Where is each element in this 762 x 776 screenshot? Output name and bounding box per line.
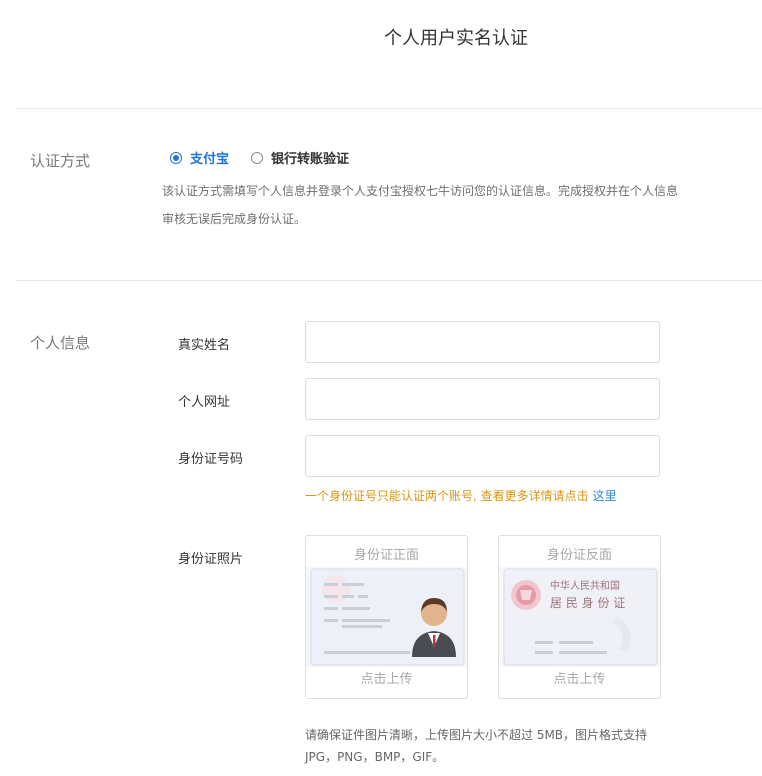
- details-link[interactable]: 这里: [593, 489, 617, 503]
- id-card-front-sample-image: [306, 567, 467, 667]
- bank-transfer-radio-label[interactable]: 银行转账验证: [271, 148, 349, 167]
- alipay-radio-option[interactable]: 支付宝: [170, 148, 229, 167]
- radio-selected-icon[interactable]: [170, 151, 182, 164]
- section-divider: [16, 108, 762, 109]
- id-number-label: 身份证号码: [178, 452, 244, 467]
- personal-website-input[interactable]: [305, 378, 660, 420]
- real-name-input[interactable]: [305, 321, 660, 363]
- id-front-upload-title: 身份证正面: [353, 548, 419, 563]
- id-back-upload-box[interactable]: 身份证反面 中华人民共和国 居 民 身 份 证 点击上传: [498, 535, 661, 699]
- personal-info-section-label: 个人信息: [30, 334, 91, 352]
- page-title: 个人用户实名认证: [384, 28, 528, 49]
- alipay-radio-label[interactable]: 支付宝: [190, 148, 229, 167]
- auth-method-description: 该认证方式需填写个人信息并登录个人支付宝授权七牛访问您的认证信息。完成授权并在个…: [162, 184, 679, 226]
- upload-note-line-2: JPG，PNG，BMP，GIF。: [305, 750, 445, 764]
- id-number-input[interactable]: [305, 435, 660, 477]
- auth-method-radio-group: 支付宝 银行转账验证: [170, 148, 349, 167]
- upload-note-line-1: 请确保证件图片清晰，上传图片大小不超过 5MB，图片格式支持: [305, 728, 648, 742]
- id-back-upload-title: 身份证反面: [546, 548, 612, 563]
- upload-note: 请确保证件图片清晰，上传图片大小不超过 5MB，图片格式支持 JPG，PNG，B…: [305, 724, 655, 768]
- id-front-upload-box[interactable]: 身份证正面 点击上传: [305, 535, 468, 699]
- real-name-label: 真实姓名: [178, 338, 231, 353]
- section-divider: [16, 280, 762, 281]
- id-card-back-line2-text: 居 民 身 份 证: [550, 595, 625, 610]
- id-number-hint-text: 一个身份证号只能认证两个账号, 查看更多详情请点击: [305, 489, 589, 503]
- id-number-hint: 一个身份证号只能认证两个账号, 查看更多详情请点击 这里: [305, 487, 617, 504]
- radio-unselected-icon[interactable]: [251, 151, 264, 164]
- auth-method-section-label: 认证方式: [30, 152, 91, 170]
- bank-transfer-radio-option[interactable]: 银行转账验证: [251, 148, 349, 167]
- personal-website-label: 个人网址: [178, 395, 231, 410]
- id-back-upload-action[interactable]: 点击上传: [499, 668, 660, 687]
- id-card-back-line1-text: 中华人民共和国: [550, 579, 620, 592]
- id-card-back-sample-image: 中华人民共和国 居 民 身 份 证: [499, 567, 660, 667]
- id-photo-label: 身份证照片: [178, 552, 244, 567]
- id-front-upload-action[interactable]: 点击上传: [306, 668, 467, 687]
